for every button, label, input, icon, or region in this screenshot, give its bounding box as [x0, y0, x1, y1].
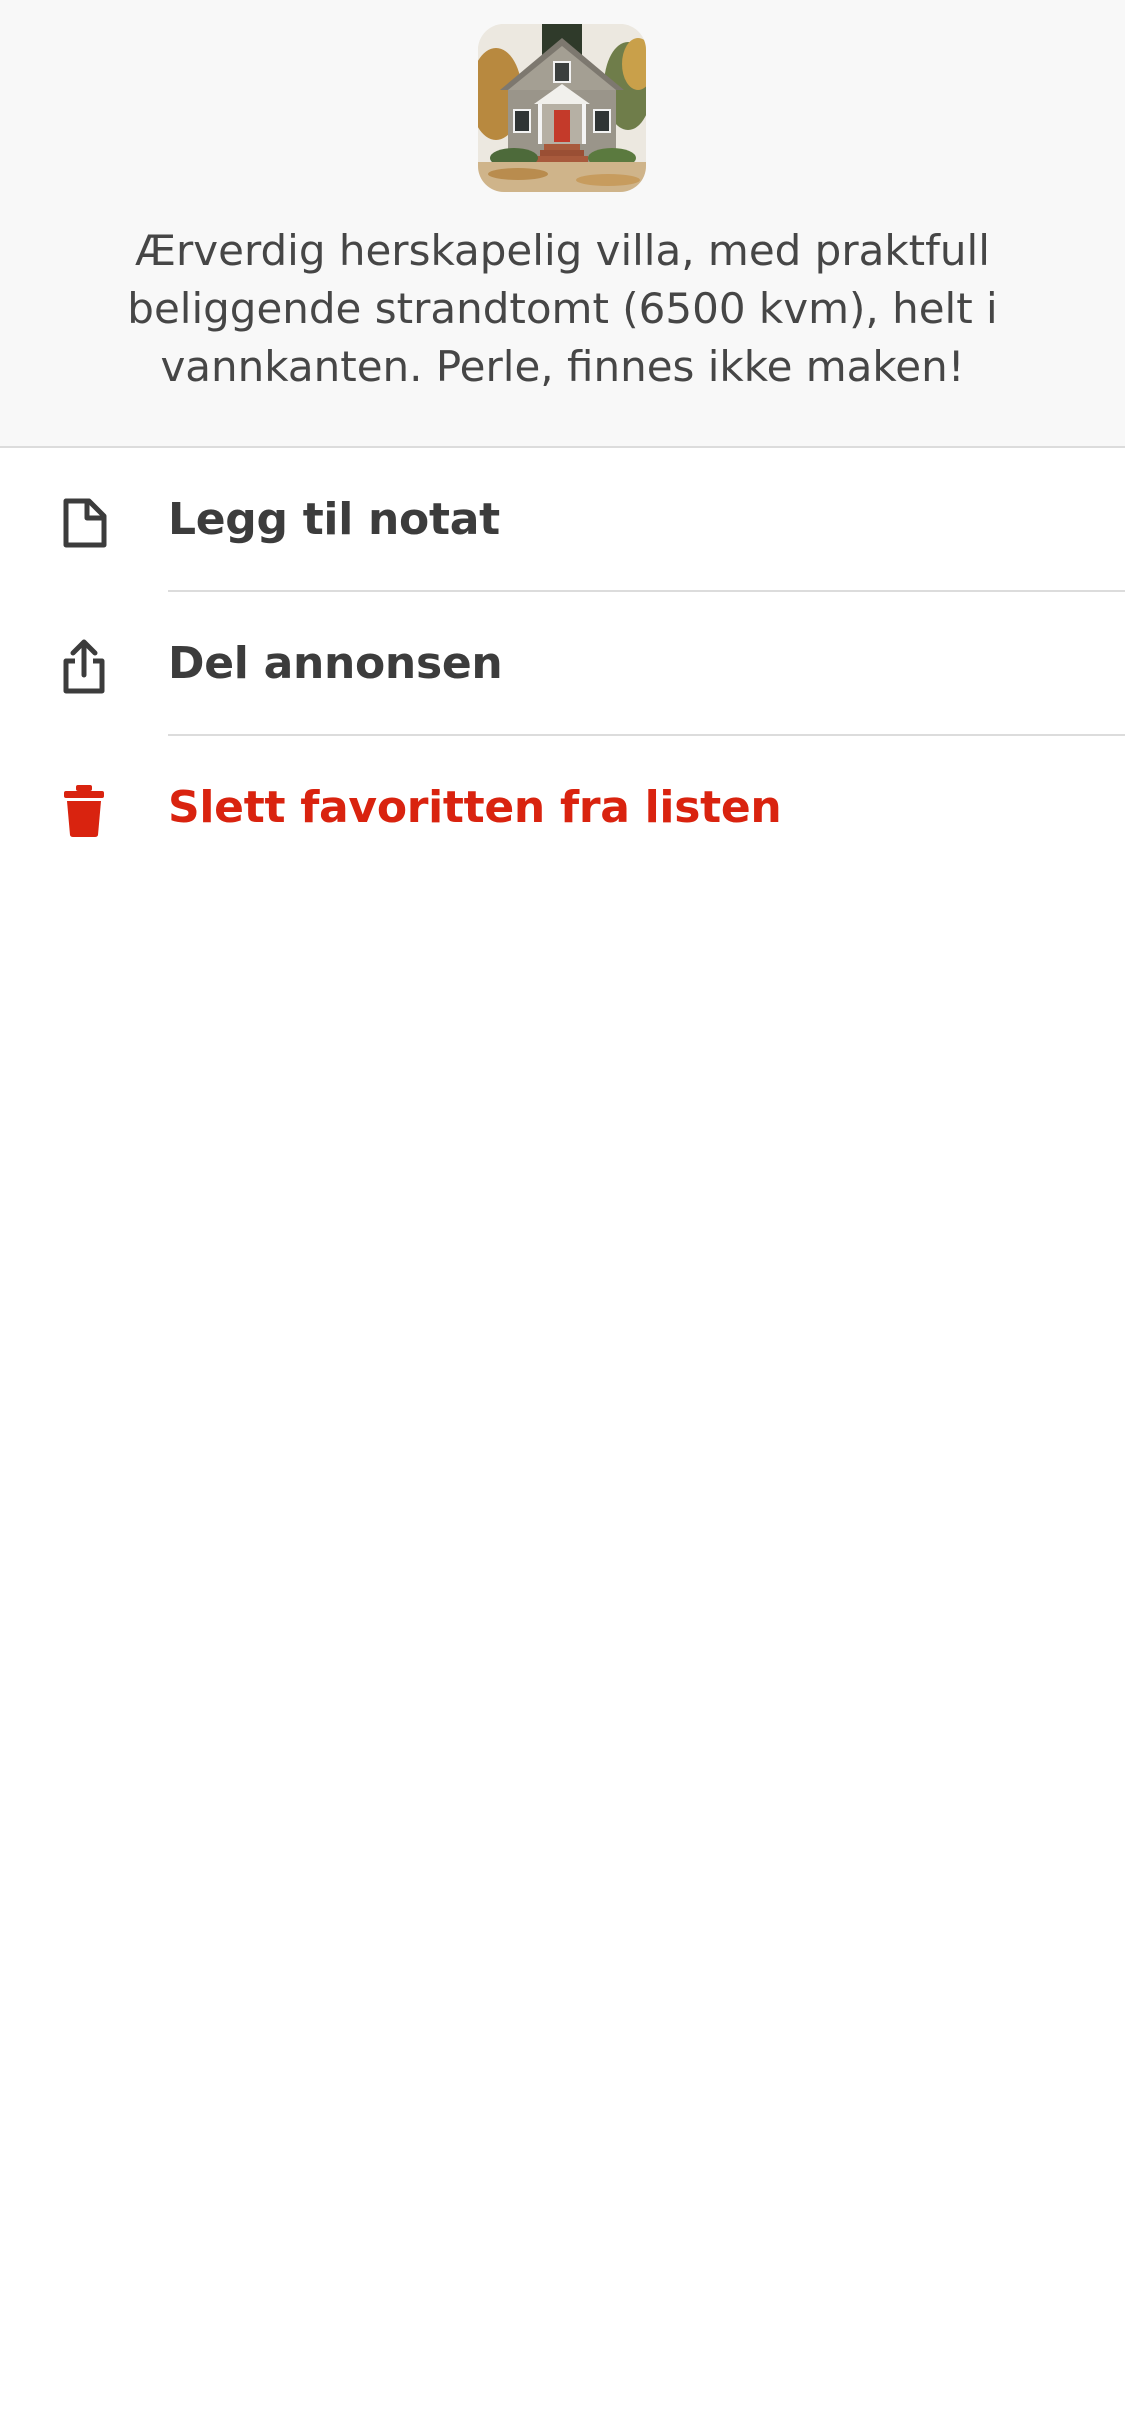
note-icon [56, 495, 112, 551]
share-listing-label: Del annonsen [168, 638, 503, 689]
listing-thumbnail [478, 24, 646, 192]
action-menu: Legg til notat Del annonsen Slett favori… [0, 448, 1125, 880]
house-thumbnail-image [478, 24, 646, 192]
trash-icon [56, 783, 112, 839]
add-note-label: Legg til notat [168, 494, 500, 545]
share-listing-button[interactable]: Del annonsen [0, 592, 1125, 736]
share-icon [56, 639, 112, 695]
delete-favorite-button[interactable]: Slett favoritten fra listen [0, 736, 1125, 880]
listing-title: Ærverdig herskapelig villa, med praktful… [127, 226, 998, 391]
add-note-button[interactable]: Legg til notat [0, 448, 1125, 592]
delete-favorite-label: Slett favoritten fra listen [168, 782, 782, 833]
listing-header: Ærverdig herskapelig villa, med praktful… [0, 0, 1125, 448]
